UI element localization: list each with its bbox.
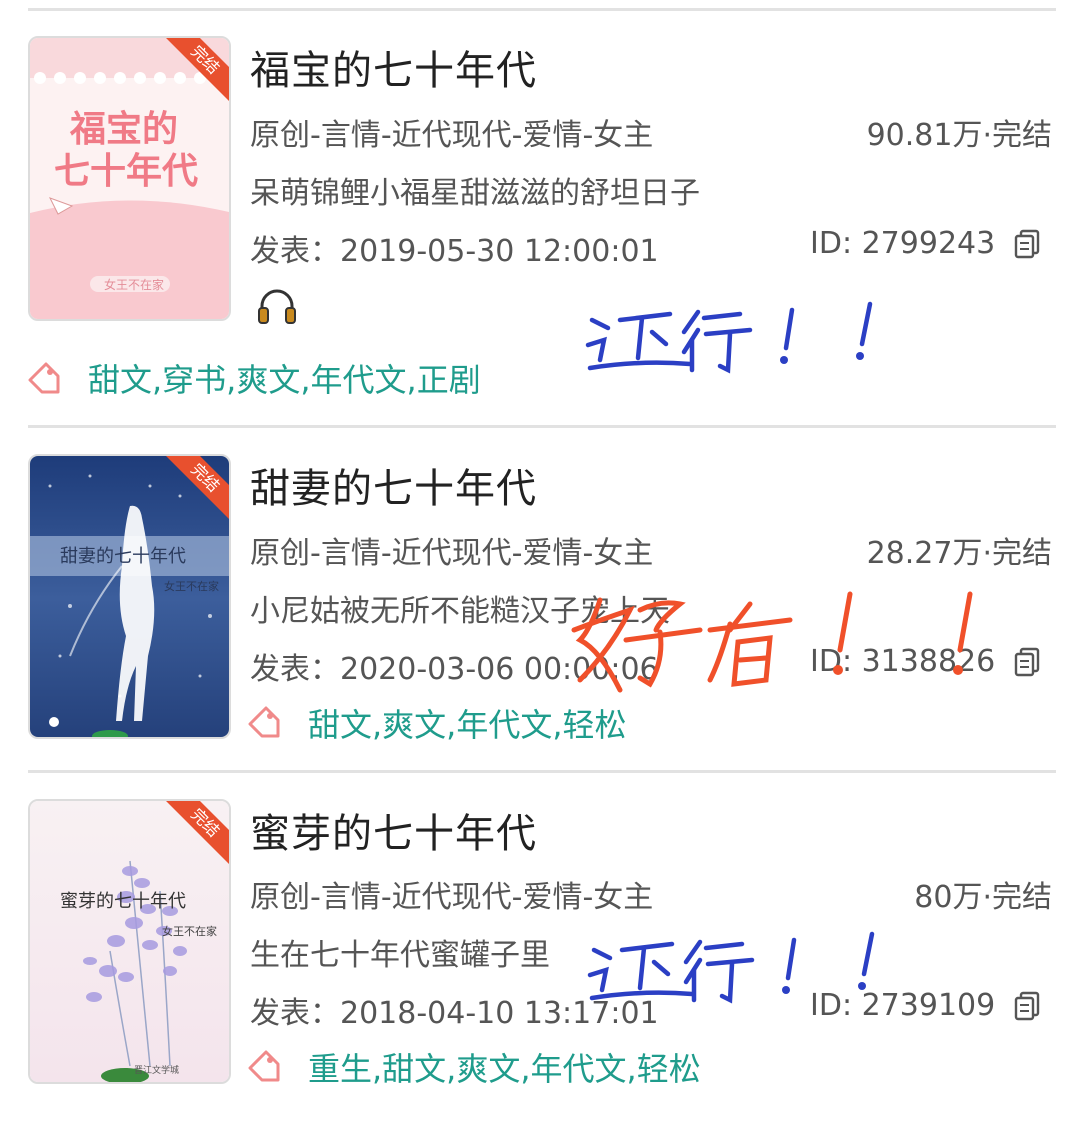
divider [28, 425, 1056, 428]
book-tags[interactable]: 甜文,爽文,年代文,轻松 [308, 700, 627, 746]
headphone-icon[interactable] [256, 286, 298, 326]
cover-title: 甜妻的七十年代 [60, 546, 186, 567]
book-tags[interactable]: 甜文,穿书,爽文,年代文,正剧 [88, 355, 481, 401]
tag-icon [248, 706, 280, 738]
tag-icon [28, 362, 60, 394]
book-title[interactable]: 甜妻的七十年代 [250, 456, 537, 514]
book-cover[interactable]: 福宝的 七十年代 女王不在家 完结 [28, 36, 231, 321]
publish-date: 发表：2019-05-30 12:00:01 [250, 234, 659, 269]
copy-icon[interactable] [1014, 991, 1040, 1021]
book-stats: 90.81万·完结 [866, 118, 1052, 153]
book-title[interactable]: 蜜芽的七十年代 [250, 801, 537, 859]
divider [28, 770, 1056, 773]
book-category: 原创-言情-近代现代-爱情-女主 [250, 880, 654, 915]
book-list-page: 福宝的 七十年代 女王不在家 完结 福宝的七十年代 原创-言情-近代现代-爱情-… [0, 0, 1080, 1142]
book-tags[interactable]: 重生,甜文,爽文,年代文,轻松 [308, 1044, 701, 1090]
tag-icon [248, 1050, 280, 1082]
cover-title: 七十年代 [54, 151, 199, 192]
book-intro: 呆萌锦鲤小福星甜滋滋的舒坦日子 [250, 176, 700, 211]
book-title[interactable]: 福宝的七十年代 [250, 38, 537, 96]
handwritten-annotation [585, 301, 873, 374]
book-id: ID: 2799243 [810, 226, 996, 261]
cover-title: 蜜芽的七十年代 [60, 891, 186, 912]
book-category: 原创-言情-近代现代-爱情-女主 [250, 536, 654, 571]
divider [28, 8, 1056, 11]
publish-date: 发表：2020-03-06 00:00:06 [250, 652, 659, 687]
book-cover[interactable]: 蜜芽的七十年代 女王不在家 晋江文学城 完结 [28, 799, 231, 1084]
book-cover[interactable]: 甜妻的七十年代 女王不在家 完结 [28, 454, 231, 739]
book-intro: 生在七十年代蜜罐子里 [250, 938, 550, 973]
book-id: ID: 2739109 [810, 988, 996, 1023]
cover-author: 女王不在家 [104, 278, 165, 292]
publish-date: 发表：2018-04-10 13:17:01 [250, 996, 659, 1031]
book-category: 原创-言情-近代现代-爱情-女主 [250, 118, 654, 153]
book-id: ID: 3138826 [810, 644, 996, 679]
book-stats: 28.27万·完结 [866, 536, 1052, 571]
cover-author: 女王不在家 [164, 580, 219, 593]
copy-icon[interactable] [1014, 647, 1040, 677]
cover-author: 女王不在家 [162, 925, 217, 938]
book-intro: 小尼姑被无所不能糙汉子宠上天 [250, 594, 670, 629]
cover-publisher: 晋江文学城 [134, 1066, 180, 1076]
book-stats: 80万·完结 [914, 880, 1052, 915]
copy-icon[interactable] [1014, 229, 1040, 259]
